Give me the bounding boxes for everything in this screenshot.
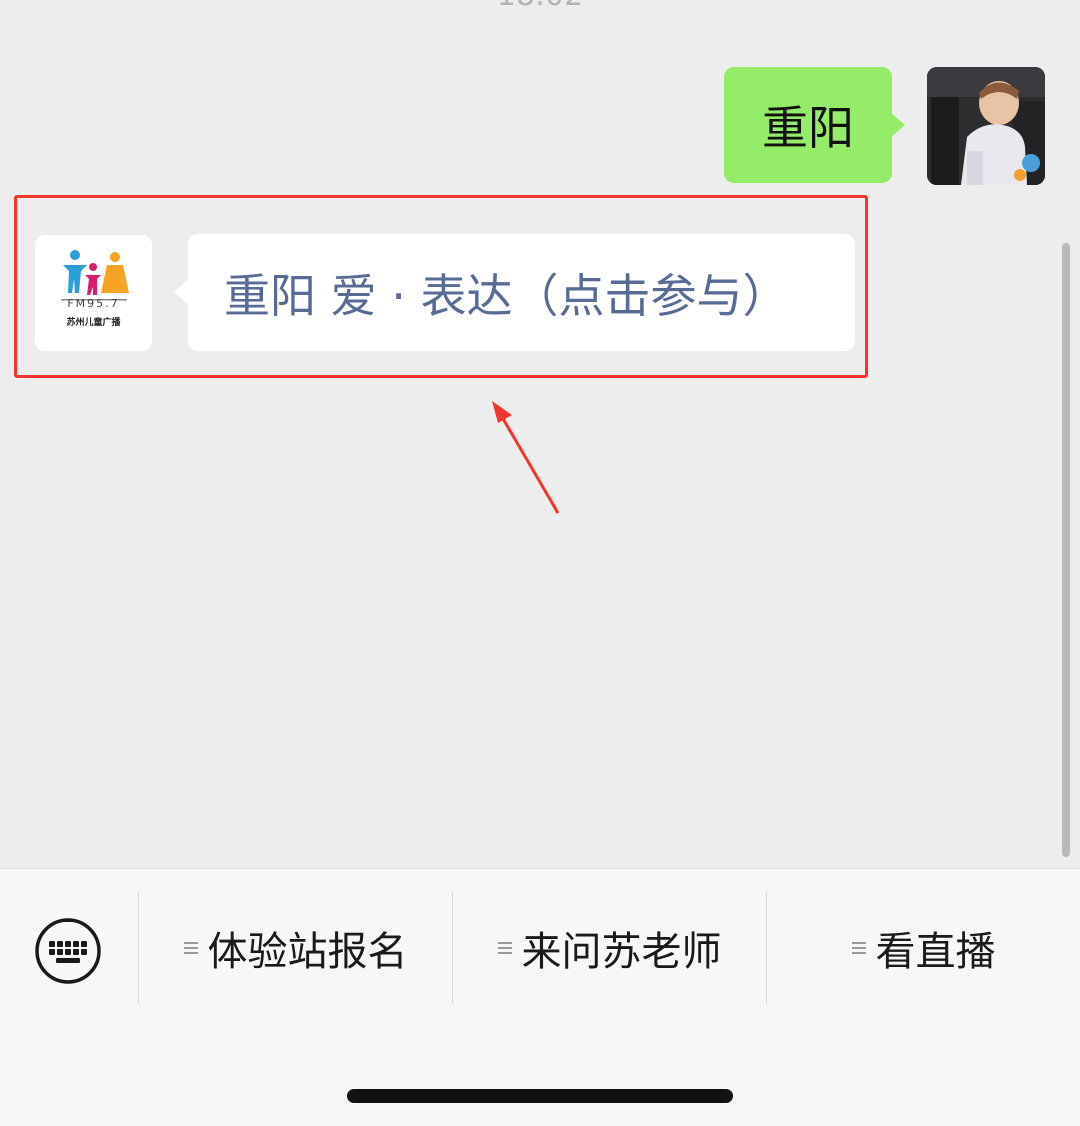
home-indicator[interactable] bbox=[347, 1089, 733, 1103]
brand-frequency: FM95.7 bbox=[67, 297, 120, 310]
children-radio-logo-icon bbox=[35, 235, 152, 351]
sent-message-bubble[interactable]: 重阳 bbox=[724, 67, 905, 183]
chat-area: 18:02 重阳 FM95.7 bbox=[0, 0, 1080, 868]
custom-menu-bar: 体验站报名 来问苏老师 看直播 bbox=[0, 868, 1080, 1126]
red-arrow-annotation bbox=[492, 401, 560, 514]
brand-name: 苏州儿童广播 bbox=[66, 318, 121, 328]
submenu-icon bbox=[851, 940, 866, 956]
menu-item-ask-teacher[interactable]: 来问苏老师 bbox=[453, 891, 766, 1004]
received-link-message[interactable]: 重阳 爱 · 表达（点击参与） bbox=[174, 234, 855, 351]
menu-item-label: 看直播 bbox=[875, 928, 996, 975]
keyboard-icon bbox=[35, 918, 101, 984]
user-avatar[interactable] bbox=[927, 67, 1045, 185]
chat-timestamp: 18:02 bbox=[0, 0, 1080, 13]
submenu-icon bbox=[183, 940, 198, 956]
menu-item-signup[interactable]: 体验站报名 bbox=[139, 891, 452, 1004]
keyboard-toggle-button[interactable] bbox=[34, 917, 102, 985]
user-photo-icon bbox=[927, 67, 1045, 185]
menu-item-live[interactable]: 看直播 bbox=[767, 891, 1080, 1004]
menu-item-label: 来问苏老师 bbox=[521, 928, 722, 975]
submenu-icon bbox=[497, 940, 512, 956]
fm957-avatar[interactable]: FM95.7 苏州儿童广播 bbox=[35, 235, 152, 351]
menu-item-label: 体验站报名 bbox=[207, 928, 408, 975]
chat-scrollbar[interactable] bbox=[1062, 243, 1070, 857]
